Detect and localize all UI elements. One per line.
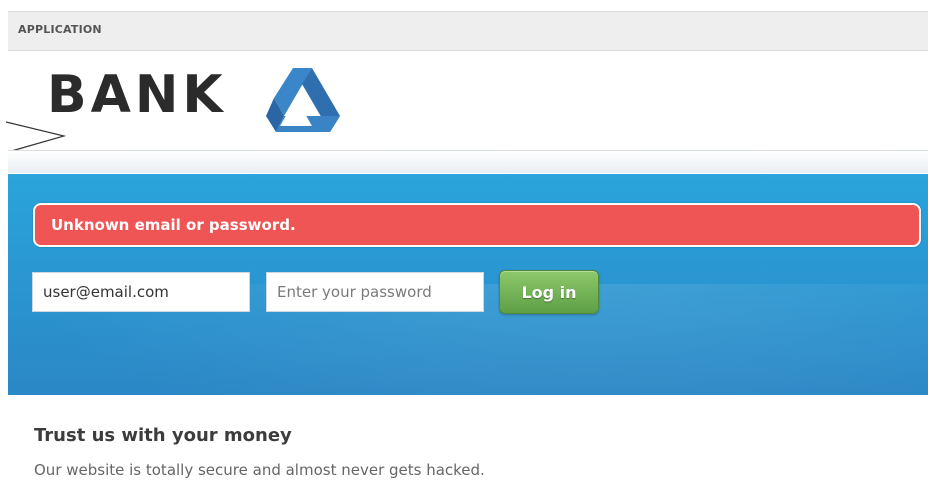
top-bar-label: APPLICATION	[18, 23, 102, 36]
top-bar: APPLICATION	[8, 11, 928, 51]
login-button[interactable]: Log in	[499, 270, 599, 314]
error-alert: Unknown email or password.	[33, 203, 921, 247]
logo-area: BANK	[0, 52, 928, 153]
triangle-logo-icon	[266, 68, 340, 132]
content-body: Our website is totally secure and almost…	[34, 461, 485, 479]
header-divider	[8, 150, 928, 173]
hero-banner: Unknown email or password. Log in	[8, 174, 928, 395]
password-field[interactable]	[266, 272, 484, 312]
error-message: Unknown email or password.	[51, 216, 296, 234]
brand-name: BANK	[47, 65, 227, 125]
email-field[interactable]	[32, 272, 250, 312]
content-title: Trust us with your money	[34, 425, 292, 446]
